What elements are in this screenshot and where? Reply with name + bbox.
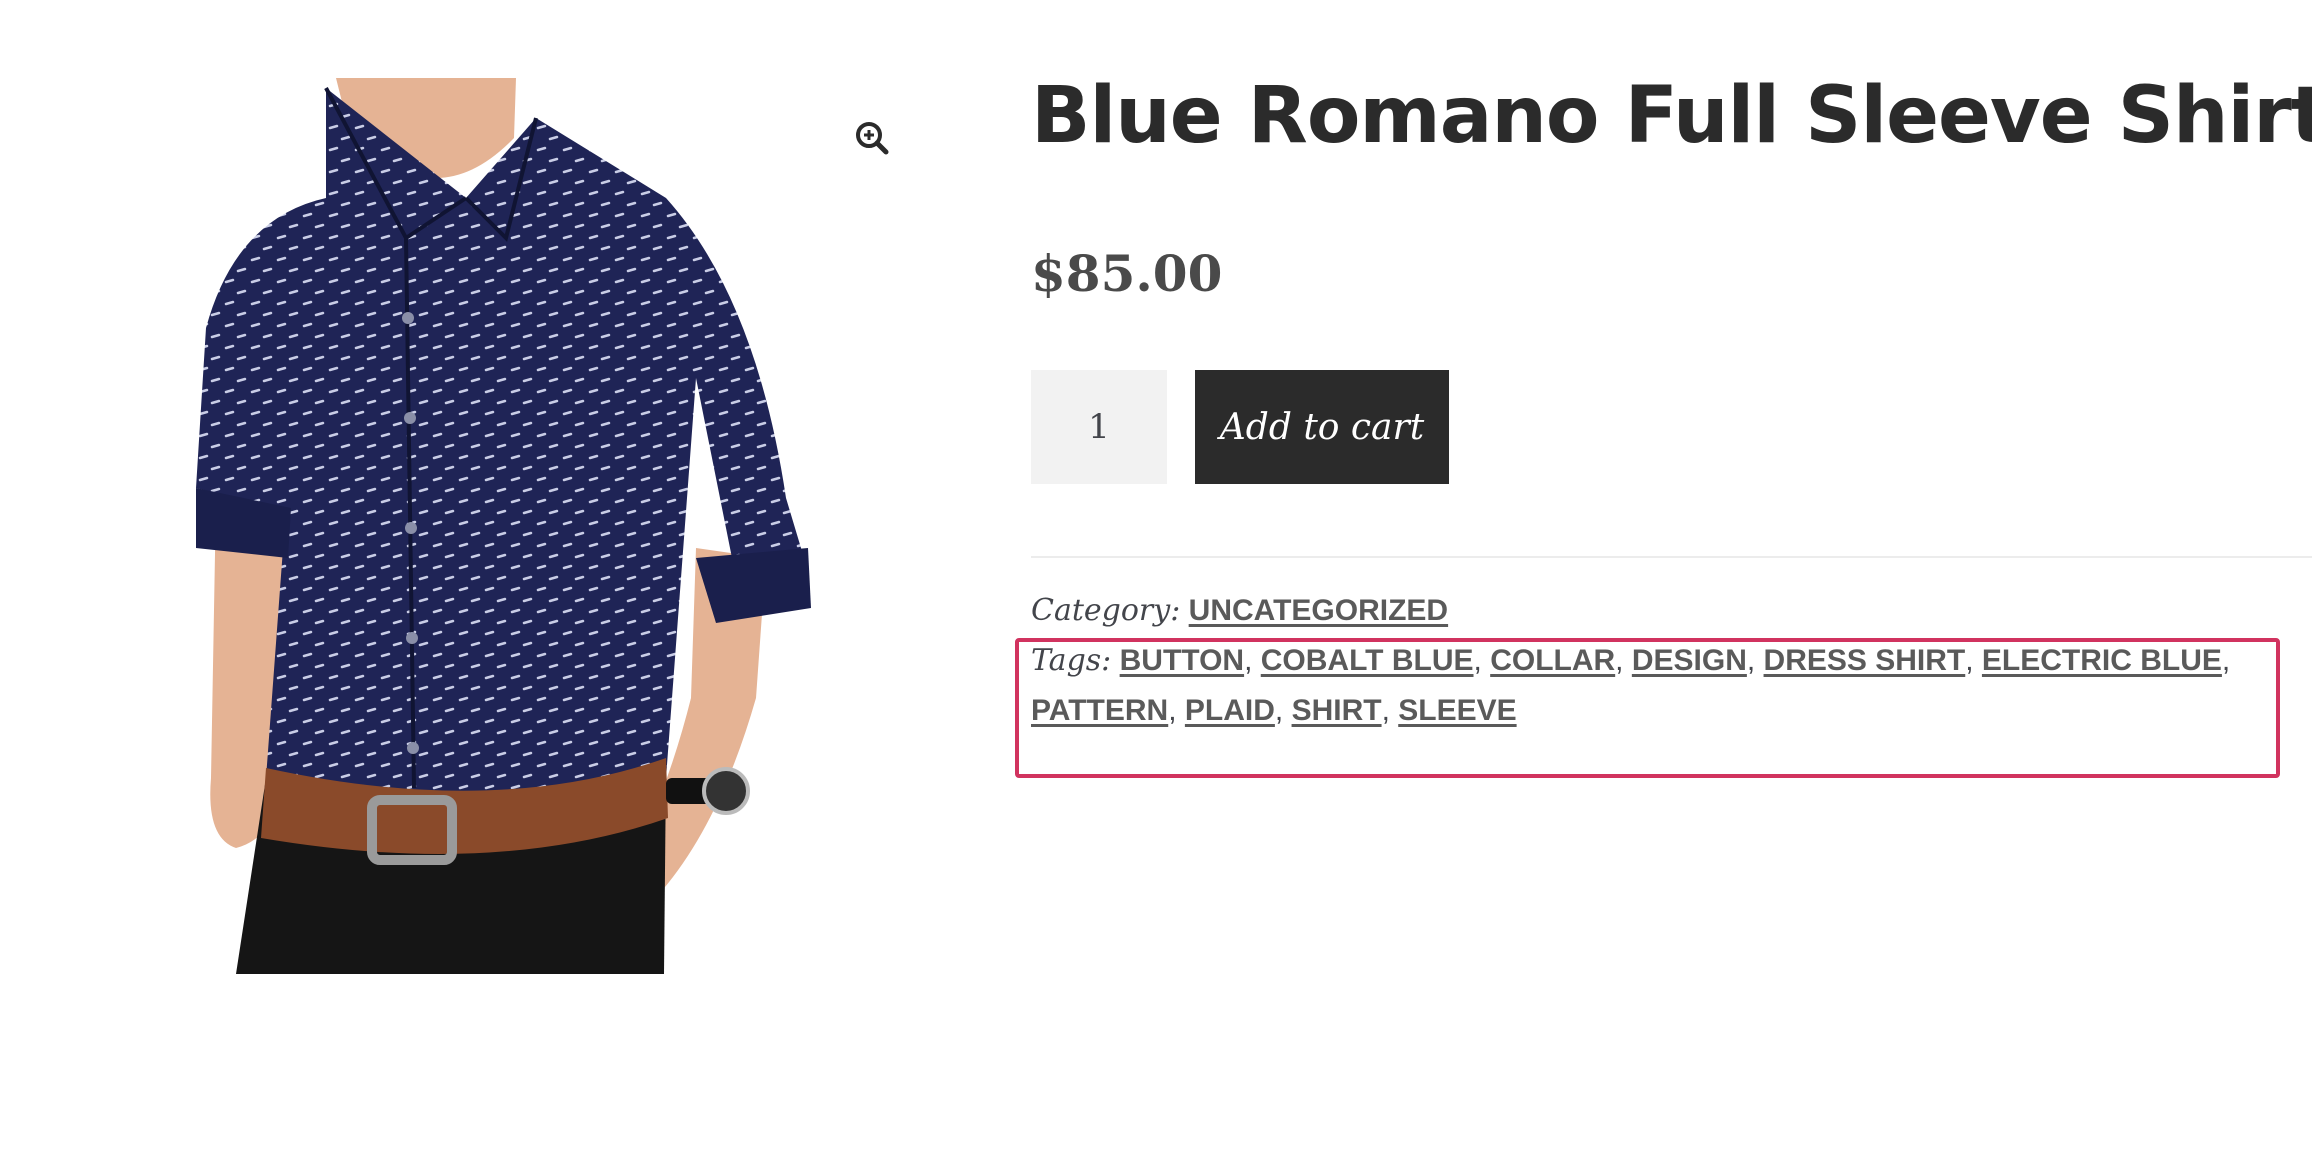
- tags-highlight-box: [1015, 638, 2280, 778]
- divider: [1031, 556, 2312, 558]
- product-title: Blue Romano Full Sleeve Shirt: [1031, 71, 2312, 161]
- quantity-input[interactable]: [1031, 370, 1167, 484]
- product-price: $85.00: [1031, 244, 1223, 303]
- product-summary: Blue Romano Full Sleeve Shirt $85.00 Add…: [1031, 70, 2312, 727]
- category-line: Category: UNCATEGORIZED: [1031, 586, 2281, 636]
- add-to-cart-form: Add to cart: [1031, 370, 1449, 484]
- product-image[interactable]: [196, 78, 816, 974]
- add-to-cart-button[interactable]: Add to cart: [1195, 370, 1449, 484]
- zoom-button[interactable]: [852, 118, 892, 158]
- category-link[interactable]: UNCATEGORIZED: [1189, 594, 1448, 627]
- shirt-model-illustration: [196, 78, 811, 974]
- category-label: Category:: [1031, 593, 1181, 628]
- magnify-plus-icon: [856, 122, 889, 155]
